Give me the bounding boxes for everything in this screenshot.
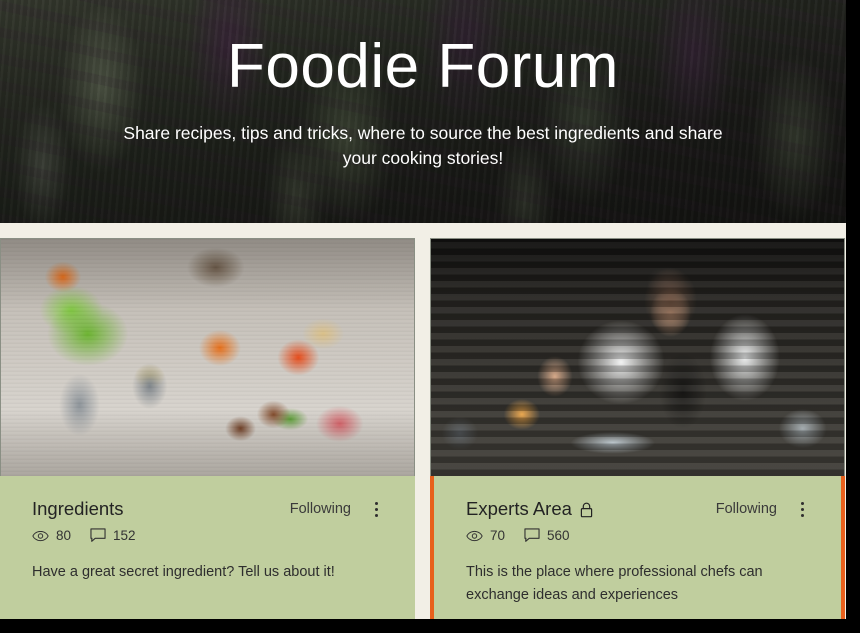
comment-bubble-icon (89, 528, 106, 543)
page-title: Foodie Forum (227, 32, 619, 101)
eye-icon (466, 528, 483, 543)
comments-stat: 560 (523, 528, 570, 543)
views-count: 70 (490, 528, 506, 544)
card-cover-image-ingredients[interactable] (0, 238, 415, 476)
chef-photo (431, 239, 844, 476)
hero-banner: Foodie Forum Share recipes, tips and tri… (0, 0, 846, 223)
window-shadow-right (846, 0, 860, 633)
card-description: This is the place where professional che… (466, 564, 763, 604)
forum-category-card-experts-area[interactable]: Experts Area Following 70 560 This is th… (430, 238, 845, 619)
card-title[interactable]: Experts Area (466, 498, 572, 520)
ingredients-photo (1, 239, 414, 476)
views-stat: 80 (32, 528, 71, 543)
comments-count: 152 (113, 528, 136, 544)
card-header-actions: Following (290, 498, 385, 520)
forum-category-card-ingredients[interactable]: Ingredients Following 80 152 Have a grea… (0, 238, 415, 619)
card-cover-image-experts-area[interactable] (430, 238, 845, 476)
views-count: 80 (56, 528, 72, 544)
following-status-label[interactable]: Following (716, 501, 777, 517)
kebab-menu-icon[interactable] (793, 498, 811, 520)
comments-count: 560 (547, 528, 570, 544)
card-stats-row: 70 560 (466, 528, 811, 543)
kebab-menu-icon[interactable] (367, 498, 385, 520)
card-body-ingredients: Ingredients Following 80 152 Have a grea… (0, 476, 415, 619)
comments-stat: 152 (89, 528, 136, 543)
card-body-experts-area: Experts Area Following 70 560 This is th… (430, 476, 845, 619)
card-title-group: Ingredients (32, 498, 124, 520)
card-header-row: Ingredients Following (32, 498, 385, 520)
page-content: Foodie Forum Share recipes, tips and tri… (0, 0, 846, 619)
forum-category-grid: Ingredients Following 80 152 Have a grea… (0, 223, 846, 619)
eye-icon (32, 528, 49, 543)
hero-subtitle: Share recipes, tips and tricks, where to… (123, 123, 723, 169)
following-status-label[interactable]: Following (290, 501, 351, 517)
hero-content: Foodie Forum Share recipes, tips and tri… (0, 0, 846, 223)
card-title[interactable]: Ingredients (32, 498, 124, 520)
window-shadow-bottom (0, 619, 860, 633)
views-stat: 70 (466, 528, 505, 543)
browser-window: Foodie Forum Share recipes, tips and tri… (0, 0, 860, 633)
card-stats-row: 80 152 (32, 528, 385, 543)
card-description: Have a great secret ingredient? Tell us … (32, 564, 335, 581)
comment-bubble-icon (523, 528, 540, 543)
lock-icon (579, 502, 594, 519)
card-title-group: Experts Area (466, 498, 594, 520)
card-header-actions: Following (716, 498, 811, 520)
card-header-row: Experts Area Following (466, 498, 811, 520)
